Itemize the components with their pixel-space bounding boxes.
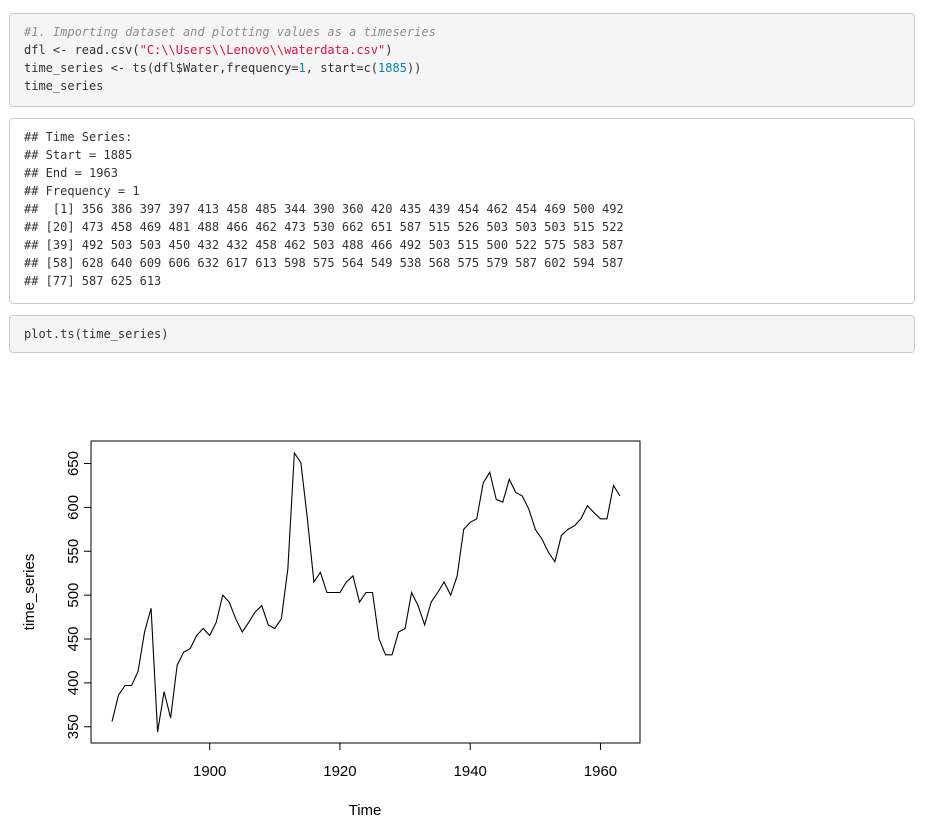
- y-tick-label: 600: [65, 495, 82, 520]
- x-tick-label: 1940: [454, 763, 487, 780]
- x-tick-label: 1900: [193, 763, 226, 780]
- y-tick-label: 400: [65, 670, 82, 695]
- series-line: [111, 451, 621, 733]
- y-axis: 350 400 450 500 550 600 650: [65, 451, 92, 739]
- y-tick-label: 650: [65, 451, 82, 476]
- y-tick-label: 500: [65, 583, 82, 608]
- x-axis: 1900 1920 1940 1960: [193, 742, 617, 780]
- timeseries-plot: 1900 1920 1940 1960 350 400 450 500 550 600 650 T…: [21, 440, 641, 819]
- x-axis-label: Time: [349, 802, 382, 819]
- y-tick-label: 450: [65, 626, 82, 651]
- x-tick-label: 1960: [584, 763, 617, 780]
- y-tick-label: 550: [65, 539, 82, 564]
- y-tick-label: 350: [65, 714, 82, 739]
- x-tick-label: 1920: [323, 763, 356, 780]
- y-axis-label: time_series: [21, 554, 38, 631]
